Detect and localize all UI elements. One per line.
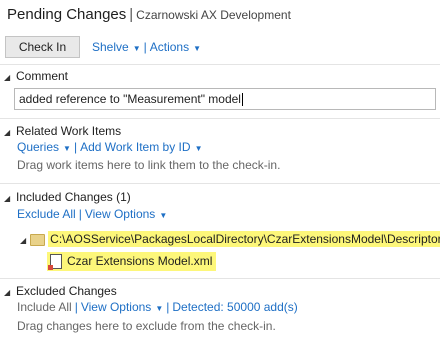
- folder-path: C:\AOSService\PackagesLocalDirectory\Cza…: [48, 231, 440, 247]
- folder-icon: [30, 233, 46, 246]
- chevron-down-icon: ▼: [155, 304, 164, 313]
- chevron-down-icon: ▼: [132, 44, 141, 53]
- link-divider: |: [166, 300, 170, 314]
- chevron-down-icon: ▼: [194, 144, 203, 153]
- check-in-button[interactable]: Check In: [5, 36, 80, 58]
- divider: [0, 278, 440, 279]
- exclude-all-link[interactable]: Exclude All: [17, 207, 76, 221]
- included-changes-links: Exclude All | View Options ▼: [17, 207, 167, 221]
- excluded-changes-links: Include All | View Options ▼ | Detected: 5000…: [17, 300, 298, 314]
- expand-triangle-icon[interactable]: ◢: [20, 236, 26, 245]
- shelve-link[interactable]: Shelve ▼: [92, 40, 141, 54]
- divider: [0, 183, 440, 184]
- workspace-name[interactable]: Czarnowski AX Development: [136, 8, 291, 22]
- chevron-down-icon: ▼: [63, 144, 71, 153]
- file-name: Czar Extensions Model.xml: [67, 254, 213, 268]
- page-title: Pending Changes | Czarnowski AX Developmen…: [7, 6, 291, 23]
- title-separator: |: [129, 6, 134, 23]
- link-divider: |: [78, 207, 82, 221]
- queries-link[interactable]: Queries ▼: [17, 140, 71, 154]
- link-divider: |: [73, 140, 78, 154]
- excluded-drop-hint: Drag changes here to exclude from the ch…: [17, 319, 276, 333]
- file-tree-item[interactable]: Czar Extensions Model.xml: [47, 252, 217, 272]
- detected-adds-link[interactable]: Detected: 50000 add(s): [172, 300, 297, 314]
- included-changes-header[interactable]: ◢ Included Changes (1): [4, 190, 131, 204]
- chevron-down-icon: ▼: [159, 211, 168, 220]
- comment-input[interactable]: added reference to "Measurement" model: [14, 88, 436, 110]
- add-work-item-by-id-link[interactable]: Add Work Item by ID ▼: [80, 140, 202, 154]
- work-items-links: Queries ▼ | Add Work Item by ID ▼: [17, 140, 202, 154]
- include-all-link[interactable]: Include All: [17, 300, 72, 314]
- collapse-triangle-icon: ◢: [4, 128, 11, 137]
- collapse-triangle-icon: ◢: [4, 194, 11, 203]
- actions-link[interactable]: Actions ▼: [150, 40, 201, 54]
- text-cursor: [241, 93, 243, 107]
- pending-changes-title: Pending Changes: [7, 6, 127, 23]
- toolbar-divider: |: [143, 40, 147, 54]
- comment-section-header[interactable]: ◢ Comment: [4, 69, 68, 83]
- divider: [0, 64, 440, 65]
- related-work-items-header[interactable]: ◢ Related Work Items: [4, 124, 121, 138]
- toolbar-links: Shelve ▼ | Actions ▼: [92, 40, 201, 54]
- excluded-changes-header[interactable]: ◢ Excluded Changes: [4, 284, 117, 298]
- view-options-link[interactable]: View Options ▼: [81, 300, 163, 314]
- collapse-triangle-icon: ◢: [4, 288, 11, 297]
- chevron-down-icon: ▼: [193, 44, 202, 53]
- collapse-triangle-icon: ◢: [4, 73, 11, 82]
- view-options-link[interactable]: View Options ▼: [85, 207, 167, 221]
- folder-tree-item[interactable]: ◢ C:\AOSService\PackagesLocalDirectory\Cz…: [20, 231, 440, 247]
- xml-file-icon: [48, 254, 62, 271]
- work-items-drop-hint: Drag work items here to link them to the…: [17, 158, 281, 172]
- link-divider: |: [74, 300, 78, 314]
- divider: [0, 118, 440, 119]
